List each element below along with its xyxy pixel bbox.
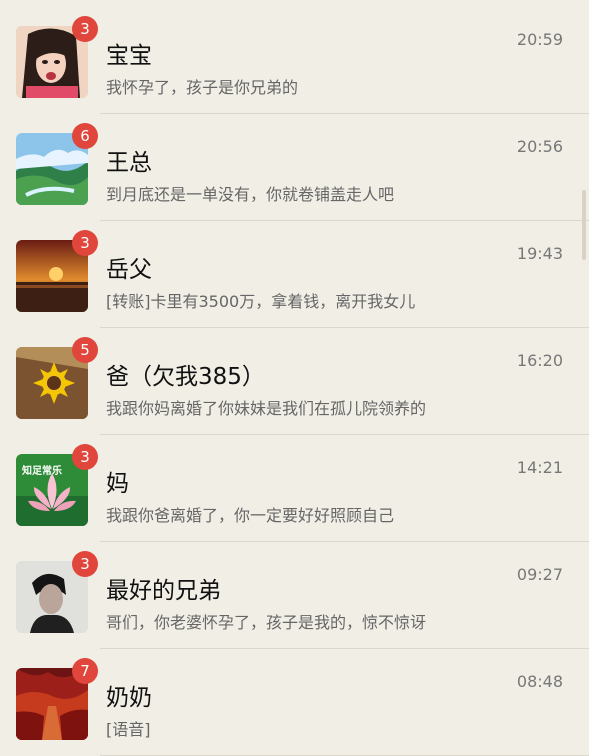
contact-name: 爸（欠我385） (106, 364, 265, 390)
scrollbar[interactable] (582, 190, 586, 260)
chat-row-best-friend[interactable]: 3 最好的兄弟 09:27 哥们，你老婆怀孕了，孩子是我的，惊不惊讶 (0, 541, 589, 649)
contact-name: 王总 (106, 150, 152, 176)
message-time: 16:20 (516, 351, 563, 370)
avatar-caption: 知足常乐 (22, 466, 62, 477)
unread-badge: 3 (72, 551, 98, 577)
chat-row-ba[interactable]: 5 爸（欠我385） 16:20 我跟你妈离婚了你妹妹是我们在孤儿院领养的 (0, 327, 589, 435)
chat-list: 3 宝宝 20:59 我怀孕了，孩子是你兄弟的 6 王总 20:56 到月底还是… (0, 0, 589, 756)
contact-name: 宝宝 (106, 43, 152, 69)
contact-name: 岳父 (106, 257, 152, 283)
chat-row-yuefu[interactable]: 3 岳父 19:43 [转账]卡里有3500万，拿着钱，离开我女儿 (0, 220, 589, 328)
message-preview: 哥们，你老婆怀孕了，孩子是我的，惊不惊讶 (106, 613, 427, 632)
message-time: 14:21 (516, 458, 563, 477)
message-time: 09:27 (516, 565, 563, 584)
unread-badge: 3 (72, 444, 98, 470)
message-preview: 到月底还是一单没有，你就卷铺盖走人吧 (106, 185, 395, 204)
message-preview: [语音] (106, 720, 151, 739)
contact-name: 奶奶 (106, 685, 152, 711)
unread-badge: 3 (72, 16, 98, 42)
chat-row-nainai[interactable]: 7 奶奶 08:48 [语音] (0, 648, 589, 756)
message-time: 08:48 (516, 672, 563, 691)
unread-badge: 7 (72, 658, 98, 684)
contact-name: 妈 (106, 471, 129, 497)
message-preview: 我跟你妈离婚了你妹妹是我们在孤儿院领养的 (106, 399, 427, 418)
chat-row-wangzong[interactable]: 6 王总 20:56 到月底还是一单没有，你就卷铺盖走人吧 (0, 113, 589, 221)
chat-row-ma[interactable]: 知足常乐 3 妈 14:21 我跟你爸离婚了，你一定要好好照顾自己 (0, 434, 589, 542)
message-time: 20:59 (516, 30, 563, 49)
message-time: 19:43 (516, 244, 563, 263)
unread-badge: 6 (72, 123, 98, 149)
message-preview: 我跟你爸离婚了，你一定要好好照顾自己 (106, 506, 395, 525)
contact-name: 最好的兄弟 (106, 578, 221, 604)
message-preview: [转账]卡里有3500万，拿着钱，离开我女儿 (106, 292, 416, 311)
chat-row-baobao[interactable]: 3 宝宝 20:59 我怀孕了，孩子是你兄弟的 (0, 6, 589, 114)
message-preview: 我怀孕了，孩子是你兄弟的 (106, 78, 299, 97)
unread-badge: 5 (72, 337, 98, 363)
unread-badge: 3 (72, 230, 98, 256)
message-time: 20:56 (516, 137, 563, 156)
